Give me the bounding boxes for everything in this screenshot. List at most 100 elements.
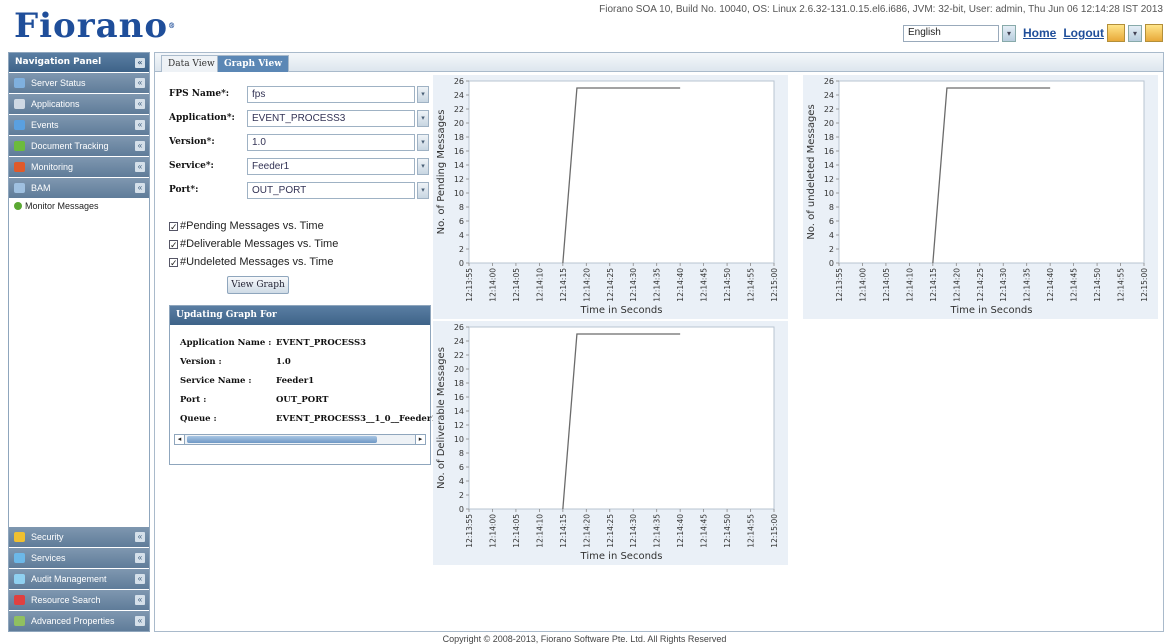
expand-icon[interactable]: «: [135, 141, 145, 151]
expand-icon[interactable]: «: [135, 183, 145, 193]
settings-icon[interactable]: [1107, 24, 1125, 42]
resource-search-icon: [14, 595, 25, 605]
x-tick-label: 12:14:40: [676, 268, 685, 302]
document-tracking-icon: [14, 141, 25, 151]
y-tick-label: 10: [824, 189, 834, 198]
nav-item-applications[interactable]: Applications «: [9, 94, 149, 114]
expand-icon[interactable]: «: [135, 78, 145, 88]
version-dropdown-icon[interactable]: ▾: [417, 134, 429, 151]
nav-item-resource-search[interactable]: Resource Search «: [9, 590, 149, 610]
plot-area: [468, 80, 775, 264]
scroll-right-icon[interactable]: ▸: [415, 435, 425, 444]
monitoring-icon: [14, 162, 25, 172]
y-tick-label: 10: [454, 435, 464, 444]
expand-icon[interactable]: «: [135, 553, 145, 563]
y-tick-label: 12: [824, 175, 834, 184]
nav-item-server-status[interactable]: Server Status «: [9, 73, 149, 93]
y-tick-label: 8: [459, 449, 464, 458]
deliverable-messages-chart: 0 2 4 6 8 10 12 14 16 18 20 22 24 26 12:13:55 12:14:00 1…: [433, 321, 788, 565]
x-tick-label: 12:14:50: [723, 514, 732, 548]
horizontal-scrollbar[interactable]: ◂ ▸: [174, 434, 426, 445]
updating-graph-panel: Updating Graph For Application Name : EVE…: [169, 305, 437, 465]
y-tick-label: 26: [454, 323, 464, 332]
scroll-thumb[interactable]: [187, 436, 377, 443]
service-select[interactable]: Feeder1: [247, 158, 415, 175]
expand-icon[interactable]: «: [135, 120, 145, 130]
nav-item-services[interactable]: Services «: [9, 548, 149, 568]
logout-link[interactable]: Logout: [1063, 26, 1104, 40]
expand-icon[interactable]: «: [135, 574, 145, 584]
x-axis-label: Time in Seconds: [580, 551, 663, 562]
fps-dropdown-icon[interactable]: ▾: [417, 86, 429, 103]
server-icon: [14, 78, 25, 88]
y-tick-label: 2: [829, 245, 834, 254]
expand-icon[interactable]: «: [135, 532, 145, 542]
checkbox-checked-icon[interactable]: ✓: [169, 258, 178, 268]
expand-icon[interactable]: «: [135, 616, 145, 626]
navigation-bottom-group: Security «Services «Audit Management «Resou…: [9, 526, 149, 631]
nav-item-audit-management[interactable]: Audit Management «: [9, 569, 149, 589]
language-select[interactable]: English: [903, 24, 999, 42]
application-select[interactable]: EVENT_PROCESS3: [247, 110, 415, 127]
nav-item-events[interactable]: Events «: [9, 115, 149, 135]
expand-icon[interactable]: «: [135, 99, 145, 109]
y-tick-label: 26: [454, 77, 464, 86]
version-select[interactable]: 1.0: [247, 134, 415, 151]
x-tick-label: 12:14:45: [700, 514, 709, 548]
nav-item-monitoring[interactable]: Monitoring «: [9, 157, 149, 177]
checkbox-checked-icon[interactable]: ✓: [169, 240, 178, 250]
application-dropdown-icon[interactable]: ▾: [417, 110, 429, 127]
tab-data-view[interactable]: Data View: [161, 55, 222, 72]
service-label: Service*:: [169, 161, 214, 171]
y-tick-label: 18: [454, 133, 464, 142]
y-tick-label: 6: [459, 217, 464, 226]
x-tick-label: 12:15:00: [770, 514, 779, 548]
service-dropdown-icon[interactable]: ▾: [417, 158, 429, 175]
x-tick-label: 12:14:20: [582, 268, 591, 302]
x-tick-label: 12:14:45: [700, 268, 709, 302]
help-icon[interactable]: [1145, 24, 1163, 42]
language-dropdown-icon[interactable]: ▾: [1002, 24, 1016, 42]
copyright-footer: Copyright © 2008-2013, Fiorano Software …: [442, 634, 727, 644]
nav-item-security[interactable]: Security «: [9, 527, 149, 547]
pending-messages-checkbox[interactable]: ✓ #Pending Messages vs. Time: [169, 220, 324, 236]
y-tick-label: 24: [454, 91, 464, 100]
collapse-panel-icon[interactable]: «: [135, 58, 145, 68]
main-content: Data View Graph View FPS Name*: fps ▾ Ap…: [154, 52, 1164, 632]
x-tick-label: 12:14:15: [929, 268, 938, 302]
x-tick-label: 12:14:00: [858, 268, 867, 302]
x-tick-label: 12:14:00: [488, 268, 497, 302]
expand-icon[interactable]: «: [135, 162, 145, 172]
nav-sub-item-monitor-messages[interactable]: Monitor Messages: [9, 198, 149, 214]
y-tick-label: 20: [454, 119, 464, 128]
theme-dropdown-icon[interactable]: ▾: [1128, 24, 1142, 42]
navigation-panel: Navigation Panel « Server Status «Applica…: [8, 52, 150, 632]
x-tick-label: 12:14:30: [999, 268, 1008, 302]
y-tick-label: 22: [454, 351, 464, 360]
tab-graph-view[interactable]: Graph View: [217, 55, 289, 72]
y-tick-label: 22: [454, 105, 464, 114]
expand-icon[interactable]: «: [135, 595, 145, 605]
port-dropdown-icon[interactable]: ▾: [417, 182, 429, 199]
fps-name-select[interactable]: fps: [247, 86, 415, 103]
plot-area: [838, 80, 1145, 264]
x-tick-label: 12:14:25: [976, 268, 985, 302]
y-tick-label: 4: [459, 477, 464, 486]
checkbox-checked-icon[interactable]: ✓: [169, 222, 178, 232]
y-tick-label: 26: [824, 77, 834, 86]
x-tick-label: 12:13:55: [835, 268, 844, 302]
header: Fiorano® Fiorano SOA 10, Build No. 10040…: [0, 0, 1169, 50]
home-link[interactable]: Home: [1023, 26, 1056, 40]
x-tick-label: 12:14:45: [1070, 268, 1079, 302]
scroll-left-icon[interactable]: ◂: [175, 435, 185, 444]
view-graph-button[interactable]: View Graph: [227, 276, 289, 294]
audit-management-icon: [14, 574, 25, 584]
port-select[interactable]: OUT_PORT: [247, 182, 415, 199]
undeleted-messages-checkbox[interactable]: ✓ #Undeleted Messages vs. Time: [169, 256, 333, 272]
y-tick-label: 4: [829, 231, 834, 240]
deliverable-messages-checkbox[interactable]: ✓ #Deliverable Messages vs. Time: [169, 238, 338, 254]
fps-label: FPS Name*:: [169, 89, 230, 99]
nav-item-bam[interactable]: BAM «: [9, 178, 149, 198]
nav-item-advanced-properties[interactable]: Advanced Properties «: [9, 611, 149, 631]
nav-item-document-tracking[interactable]: Document Tracking «: [9, 136, 149, 156]
